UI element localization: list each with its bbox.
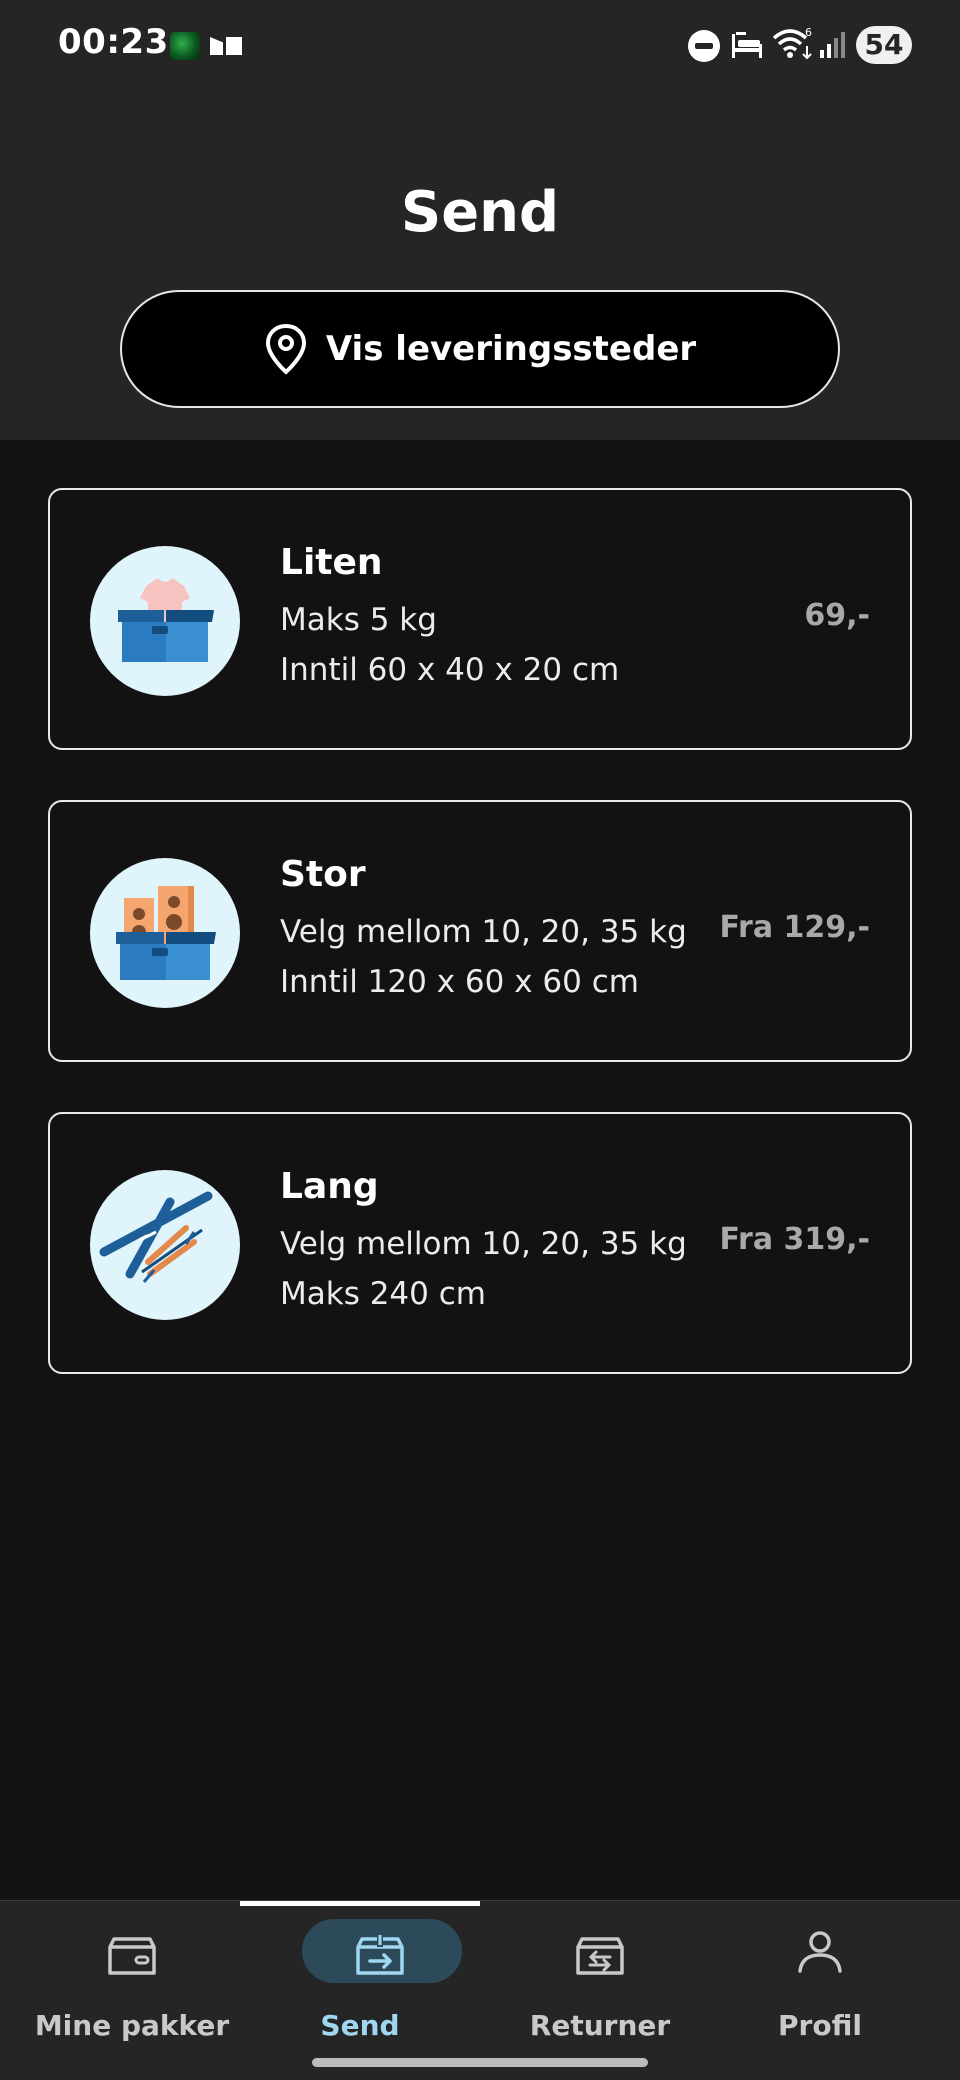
nav-my-packages[interactable]: Mine pakker bbox=[12, 1919, 252, 2049]
package-dimensions: Inntil 120 x 60 x 60 cm bbox=[280, 964, 639, 1000]
package-option-long[interactable]: Lang Velg mellom 10, 20, 35 kg Maks 240 … bbox=[48, 1112, 912, 1374]
status-time: 00:23 bbox=[58, 22, 169, 62]
return-package-icon bbox=[576, 1937, 624, 1975]
wifi-icon: 6 bbox=[772, 26, 812, 60]
package-option-small[interactable]: Liten Maks 5 kg Inntil 60 x 40 x 20 cm 6… bbox=[48, 488, 912, 750]
package-weight: Maks 5 kg bbox=[280, 602, 437, 638]
nav-label: Mine pakker bbox=[34, 2009, 230, 2042]
active-tab-indicator bbox=[240, 1901, 480, 1906]
nav-profile[interactable]: Profil bbox=[700, 1919, 940, 2049]
package-icon bbox=[108, 1937, 156, 1975]
show-delivery-locations-label: Vis leveringssteder bbox=[325, 329, 697, 369]
profile-icon bbox=[798, 1931, 842, 1973]
header-area: 00:23 6 54 Send Vis leveringssteder bbox=[0, 0, 960, 440]
nav-send[interactable]: Send bbox=[240, 1919, 480, 2049]
page-title: Send bbox=[400, 180, 560, 245]
send-package-icon bbox=[356, 1935, 404, 1975]
tshirt-box-icon bbox=[90, 546, 240, 696]
skis-icon bbox=[90, 1170, 240, 1320]
package-name: Stor bbox=[280, 854, 366, 895]
package-weight: Velg mellom 10, 20, 35 kg bbox=[280, 1226, 687, 1262]
gesture-home-bar[interactable] bbox=[312, 2058, 648, 2067]
package-name: Liten bbox=[280, 542, 383, 583]
bottom-navigation: Mine pakker Send Returner Profil bbox=[0, 1900, 960, 2080]
svg-text:6: 6 bbox=[805, 26, 812, 39]
package-price: 69,- bbox=[804, 598, 870, 633]
photo-notification-icon bbox=[170, 32, 200, 60]
nav-label: Returner bbox=[529, 2009, 671, 2042]
package-option-large[interactable]: Stor Velg mellom 10, 20, 35 kg Inntil 12… bbox=[48, 800, 912, 1062]
do-not-disturb-icon bbox=[688, 30, 720, 62]
package-price: Fra 129,- bbox=[719, 910, 870, 945]
signal-icon bbox=[820, 32, 845, 58]
speakers-box-icon bbox=[90, 858, 240, 1008]
package-dimensions: Maks 240 cm bbox=[280, 1276, 486, 1312]
package-dimensions: Inntil 60 x 40 x 20 cm bbox=[280, 652, 620, 688]
message-notification-icon bbox=[210, 37, 242, 55]
bedtime-icon bbox=[732, 32, 762, 58]
package-price: Fra 319,- bbox=[719, 1222, 870, 1257]
location-pin-icon bbox=[265, 323, 306, 375]
status-bar: 00:23 6 54 bbox=[0, 0, 960, 90]
nav-label: Profil bbox=[778, 2009, 862, 2042]
package-weight: Velg mellom 10, 20, 35 kg bbox=[280, 914, 687, 950]
nav-label: Send bbox=[320, 2009, 400, 2042]
show-delivery-locations-button[interactable]: Vis leveringssteder bbox=[120, 290, 840, 408]
nav-return[interactable]: Returner bbox=[480, 1919, 720, 2049]
package-name: Lang bbox=[280, 1166, 379, 1207]
battery-indicator: 54 bbox=[856, 26, 912, 64]
